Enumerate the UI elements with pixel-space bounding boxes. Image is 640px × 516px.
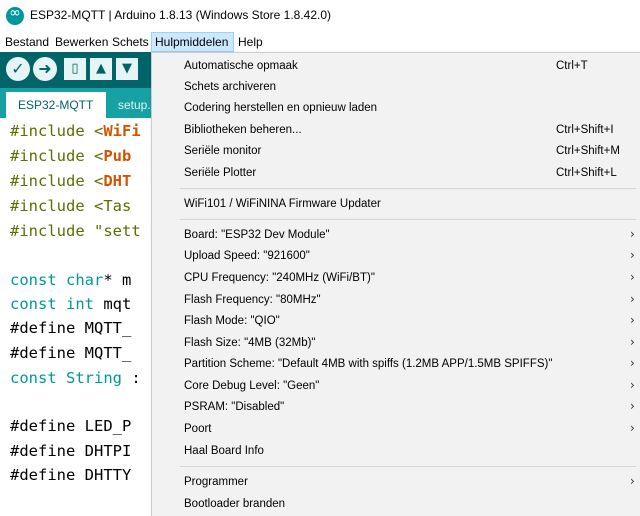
open-sketch-button[interactable]: ▲ — [90, 58, 112, 80]
menu-item-haal-board-info[interactable]: Haal Board Info — [152, 441, 640, 462]
menu-item-flash-size[interactable]: Flash Size: "4MB (32Mb)" › — [152, 333, 640, 354]
hulpmiddelen-dropdown-menu: Automatische opmaak Ctrl+T Schets archive… — [151, 52, 640, 516]
menu-separator — [180, 188, 636, 189]
new-sketch-button[interactable]: ▯ — [64, 58, 86, 80]
code-line: #define LED_P — [10, 417, 132, 435]
code-line: #define DHTPI — [10, 442, 132, 460]
chevron-right-icon: › — [630, 474, 635, 488]
code-line: #include <Tas — [10, 197, 132, 215]
menu-item-codering-herstellen[interactable]: Codering herstellen en opnieuw laden — [152, 98, 640, 119]
code-line: #include <Pub — [10, 147, 132, 165]
code-line: #define DHTTY — [10, 466, 132, 484]
chevron-right-icon: › — [630, 335, 635, 349]
menu-help[interactable]: Help — [235, 32, 266, 52]
chevron-right-icon: › — [630, 421, 635, 435]
code-line: #define MQTT_ — [10, 344, 132, 362]
code-line: #include <DHT — [10, 172, 132, 190]
menu-bar: Bestand Bewerken Schets Hulpmiddelen Hel… — [0, 32, 640, 52]
chevron-right-icon: › — [630, 313, 635, 327]
chevron-right-icon: › — [630, 227, 635, 241]
chevron-right-icon: › — [630, 399, 635, 413]
chevron-right-icon: › — [630, 292, 635, 306]
menu-bestand[interactable]: Bestand — [2, 32, 52, 52]
menu-item-bibliotheken-beheren[interactable]: Bibliotheken beheren... Ctrl+Shift+I — [152, 120, 640, 141]
code-line: const String : — [10, 369, 141, 387]
menu-separator — [180, 219, 636, 220]
code-line: const char* m — [10, 271, 132, 289]
menu-item-upload-speed[interactable]: Upload Speed: "921600" › — [152, 246, 640, 267]
code-line: const int mqt — [10, 295, 132, 313]
verify-button[interactable]: ✓ — [6, 57, 30, 81]
code-line: #include "sett — [10, 222, 141, 240]
window-title: ESP32-MQTT | Arduino 1.8.13 (Windows Sto… — [30, 8, 332, 22]
menu-hulpmiddelen[interactable]: Hulpmiddelen — [151, 32, 234, 52]
arduino-logo-icon — [6, 5, 24, 25]
chevron-right-icon: › — [630, 356, 635, 370]
title-bar: ESP32-MQTT | Arduino 1.8.13 (Windows Sto… — [0, 0, 640, 33]
menu-schets[interactable]: Schets — [109, 32, 152, 52]
tab-esp32-mqtt[interactable]: ESP32-MQTT — [6, 92, 106, 118]
menu-item-partition-scheme[interactable]: Partition Scheme: "Default 4MB with spif… — [152, 354, 640, 375]
chevron-right-icon: › — [630, 270, 635, 284]
menu-separator — [180, 466, 636, 467]
menu-item-firmware-updater[interactable]: WiFi101 / WiFiNINA Firmware Updater — [152, 194, 640, 215]
menu-item-automatische-opmaak[interactable]: Automatische opmaak Ctrl+T — [152, 56, 640, 77]
menu-item-bootloader-branden[interactable]: Bootloader branden — [152, 494, 640, 515]
menu-item-core-debug-level[interactable]: Core Debug Level: "Geen" › — [152, 376, 640, 397]
menu-item-schets-archiveren[interactable]: Schets archiveren — [152, 77, 640, 98]
menu-item-flash-mode[interactable]: Flash Mode: "QIO" › — [152, 311, 640, 332]
save-sketch-button[interactable]: ▼ — [116, 58, 138, 80]
menu-item-poort[interactable]: Poort › — [152, 419, 640, 440]
upload-button[interactable]: ➜ — [33, 57, 57, 81]
code-line: #include <WiFi — [10, 122, 141, 140]
chevron-right-icon: › — [630, 378, 635, 392]
menu-item-seriele-monitor[interactable]: Seriële monitor Ctrl+Shift+M — [152, 141, 640, 162]
menu-item-psram[interactable]: PSRAM: "Disabled" › — [152, 397, 640, 418]
code-line: #define MQTT_ — [10, 319, 132, 337]
chevron-right-icon: › — [630, 248, 635, 262]
menu-item-board[interactable]: Board: "ESP32 Dev Module" › — [152, 225, 640, 246]
menu-bewerken[interactable]: Bewerken — [52, 32, 111, 52]
menu-item-flash-frequency[interactable]: Flash Frequency: "80MHz" › — [152, 290, 640, 311]
menu-item-seriele-plotter[interactable]: Seriële Plotter Ctrl+Shift+L — [152, 163, 640, 184]
menu-item-cpu-frequency[interactable]: CPU Frequency: "240MHz (WiFi/BT)" › — [152, 268, 640, 289]
menu-item-programmer[interactable]: Programmer › — [152, 472, 640, 493]
